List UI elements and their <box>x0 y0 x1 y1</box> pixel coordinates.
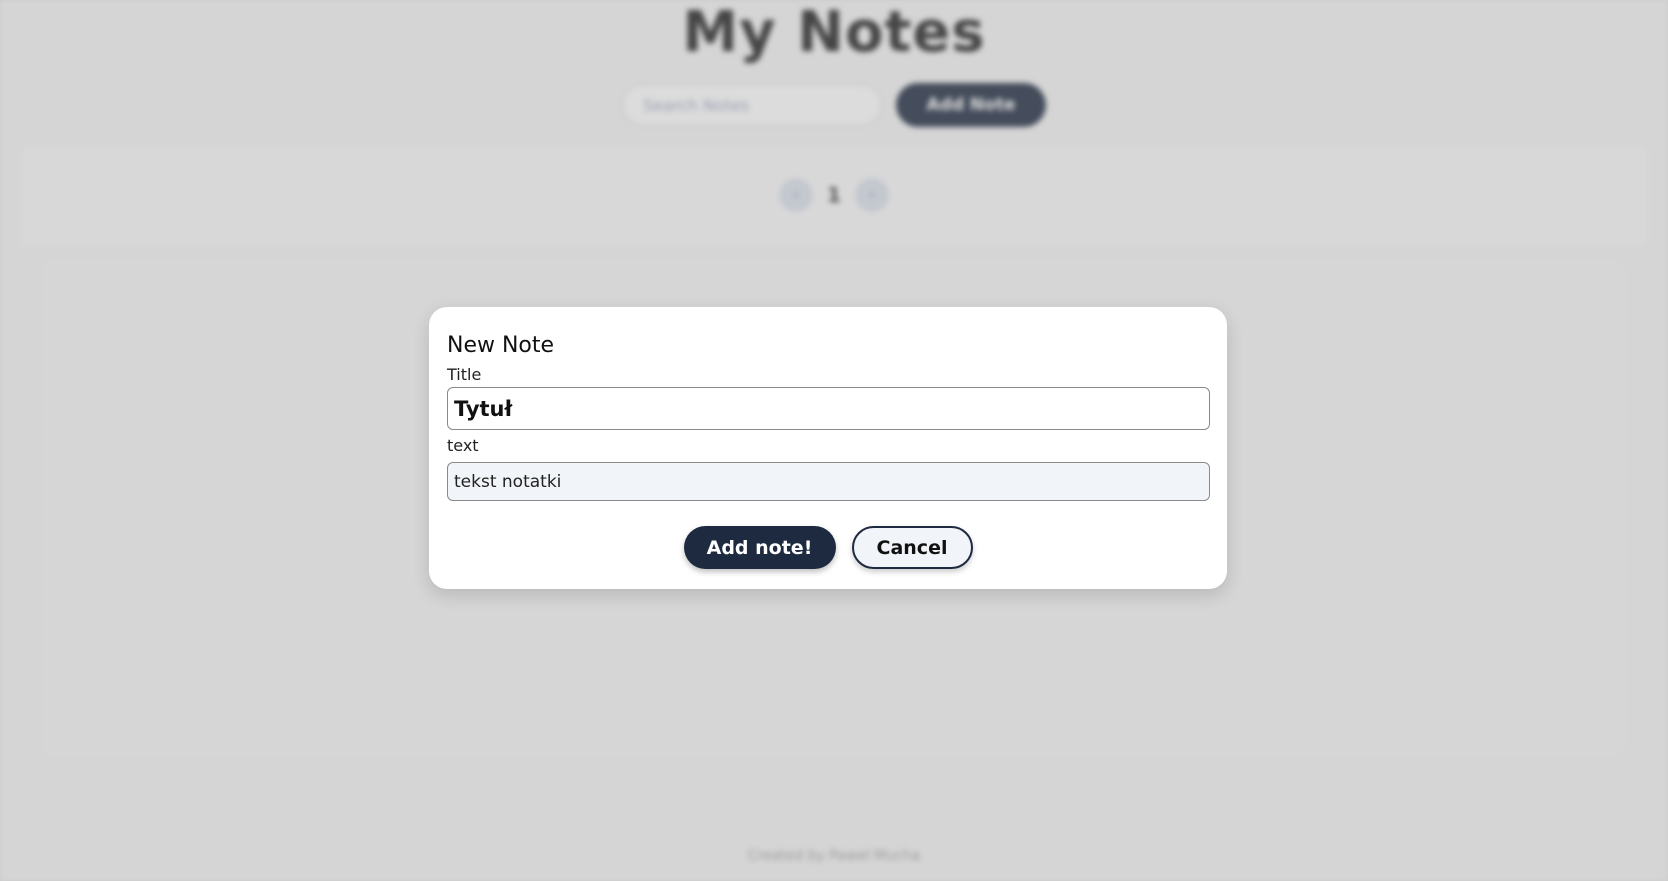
title-input[interactable] <box>447 387 1210 430</box>
new-note-modal: New Note Title text Add note! Cancel <box>429 307 1227 589</box>
modal-title: New Note <box>447 333 555 358</box>
text-input[interactable] <box>447 462 1210 501</box>
cancel-button[interactable]: Cancel <box>851 526 973 569</box>
add-note-submit-button[interactable]: Add note! <box>683 526 836 569</box>
title-label: Title <box>447 365 482 384</box>
modal-actions: Add note! Cancel <box>447 526 1209 569</box>
text-label: text <box>447 436 479 455</box>
